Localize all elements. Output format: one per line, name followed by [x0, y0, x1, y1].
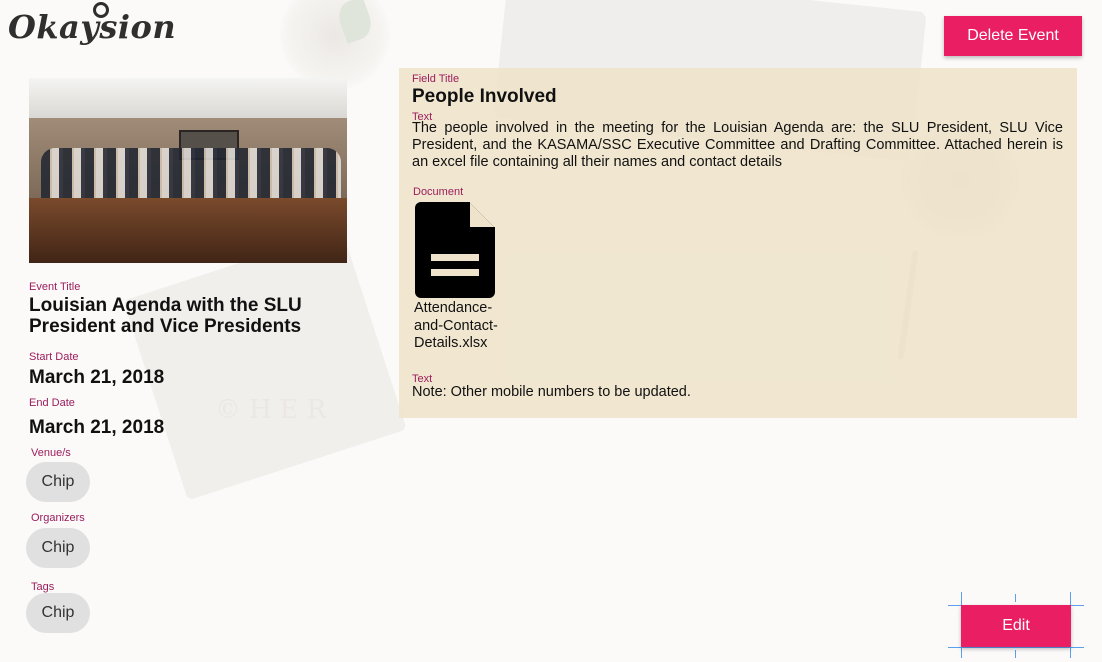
- tags-chip[interactable]: Chip: [26, 593, 90, 633]
- selection-guide-bottom: [948, 647, 1084, 648]
- end-date: March 21, 2018: [29, 417, 165, 438]
- document-icon[interactable]: [415, 202, 495, 298]
- edit-button[interactable]: Edit: [961, 605, 1071, 647]
- event-title: Louisian Agenda with the SLU President a…: [29, 295, 302, 337]
- background-flower: [280, 0, 390, 90]
- photo-table: [29, 198, 347, 263]
- event-title-label: Event Title: [29, 281, 81, 293]
- start-date: March 21, 2018: [29, 367, 165, 388]
- logo-text: Okaysion: [8, 8, 177, 46]
- selection-guide-mid-bottom: [1015, 650, 1016, 658]
- tags-label: Tags: [31, 581, 55, 593]
- background-watermark: ©HER: [215, 395, 335, 425]
- document-label: Document: [413, 186, 464, 198]
- venue-chip[interactable]: Chip: [26, 462, 90, 502]
- photo-ceiling: [29, 78, 347, 118]
- field-title: People Involved: [412, 86, 557, 107]
- background-notebook: [123, 229, 407, 501]
- note-text: Note: Other mobile numbers to be updated…: [412, 384, 691, 400]
- organizers-chip[interactable]: Chip: [26, 528, 90, 568]
- selection-guide-mid-top: [1015, 594, 1016, 602]
- end-date-label: End Date: [29, 397, 75, 409]
- field-title-label: Field Title: [412, 73, 460, 85]
- field-text: The people involved in the meeting for t…: [412, 120, 1063, 170]
- document-filename[interactable]: Attendance-and-Contact-Details.xlsx: [414, 300, 514, 353]
- venue-label: Venue/s: [31, 447, 71, 459]
- start-date-label: Start Date: [29, 351, 79, 363]
- organizers-label: Organizers: [31, 512, 85, 524]
- event-photo: [29, 78, 347, 263]
- logo-ring: [93, 2, 109, 18]
- app-logo[interactable]: Okaysion: [8, 2, 177, 46]
- field-panel: Field Title People Involved Text The peo…: [399, 68, 1077, 418]
- delete-event-button[interactable]: Delete Event: [944, 16, 1082, 56]
